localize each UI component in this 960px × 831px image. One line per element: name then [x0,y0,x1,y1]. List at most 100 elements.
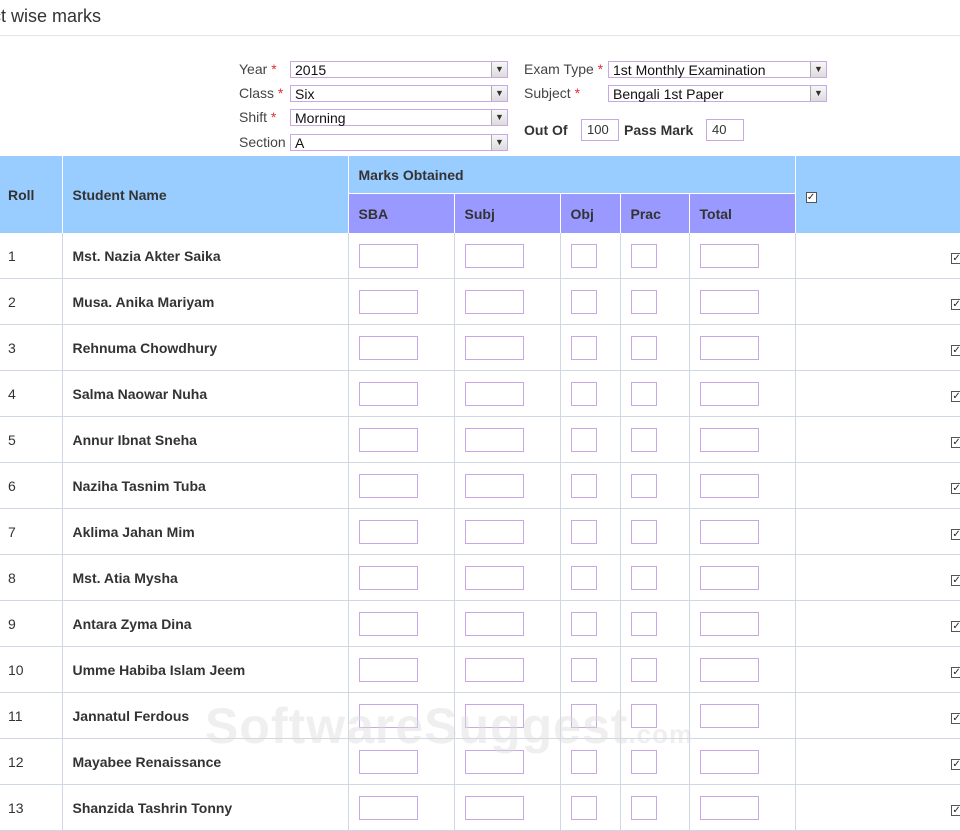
check-icon: ✓ [952,620,960,632]
prac-input[interactable] [630,611,657,636]
obj-input[interactable] [570,565,597,590]
sba-input[interactable] [358,243,418,268]
sba-input[interactable] [358,795,418,820]
select-all-checkbox[interactable]: ✓ [805,191,817,203]
sba-input[interactable] [358,657,418,682]
total-input[interactable] [699,519,759,544]
total-input[interactable] [699,657,759,682]
subj-input[interactable] [464,289,524,314]
sba-input[interactable] [358,703,418,728]
total-input[interactable] [699,611,759,636]
subj-input[interactable] [464,335,524,360]
sba-input[interactable] [358,427,418,452]
subj-input[interactable] [464,611,524,636]
total-input[interactable] [699,335,759,360]
out-of-input[interactable]: 100 [581,119,619,141]
prac-input[interactable] [630,565,657,590]
total-input[interactable] [699,565,759,590]
sba-input[interactable] [358,381,418,406]
section-select[interactable]: A ▼ [290,134,508,151]
class-select[interactable]: Six ▼ [290,85,508,102]
prac-input[interactable] [630,703,657,728]
obj-input[interactable] [570,749,597,774]
subject-label: Subject * [524,85,581,101]
subj-input[interactable] [464,243,524,268]
prac-input[interactable] [630,795,657,820]
obj-input[interactable] [570,243,597,268]
subj-input[interactable] [464,749,524,774]
subj-input[interactable] [464,519,524,544]
obj-input[interactable] [570,611,597,636]
row-checkbox[interactable]: ✓ [951,758,960,770]
obj-input[interactable] [570,657,597,682]
pass-mark-input[interactable]: 40 [706,119,744,141]
student-name-cell: Mayabee Renaissance [61,738,348,785]
total-input[interactable] [699,473,759,498]
total-input[interactable] [699,381,759,406]
row-checkbox[interactable]: ✓ [951,344,960,356]
year-select[interactable]: 2015 ▼ [290,61,508,78]
obj-input[interactable] [570,795,597,820]
total-input[interactable] [699,749,759,774]
subj-input[interactable] [464,565,524,590]
sba-input[interactable] [358,565,418,590]
prac-input[interactable] [630,473,657,498]
sba-input[interactable] [358,611,418,636]
total-input[interactable] [699,289,759,314]
row-checkbox[interactable]: ✓ [951,528,960,540]
roll-cell: 9 [0,600,62,647]
total-input[interactable] [699,427,759,452]
check-icon: ✓ [952,390,960,402]
obj-input[interactable] [570,335,597,360]
chevron-down-icon: ▼ [810,62,826,77]
shift-select[interactable]: Morning ▼ [290,109,508,126]
row-checkbox[interactable]: ✓ [951,436,960,448]
total-input[interactable] [699,243,759,268]
student-name-cell: Musa. Anika Mariyam [61,278,348,325]
student-name-cell: Annur Ibnat Sneha [61,416,348,463]
prac-input[interactable] [630,519,657,544]
chevron-down-icon: ▼ [491,62,507,77]
row-checkbox[interactable]: ✓ [951,298,960,310]
exam-type-select[interactable]: 1st Monthly Examination ▼ [608,61,827,78]
row-checkbox[interactable]: ✓ [951,390,960,402]
exam-type-label: Exam Type * [524,61,604,77]
total-input[interactable] [699,703,759,728]
sba-input[interactable] [358,473,418,498]
row-checkbox[interactable]: ✓ [951,620,960,632]
sba-input[interactable] [358,289,418,314]
obj-input[interactable] [570,427,597,452]
prac-input[interactable] [630,289,657,314]
subject-select[interactable]: Bengali 1st Paper ▼ [608,85,827,102]
subj-input[interactable] [464,657,524,682]
prac-input[interactable] [630,335,657,360]
marks-table: Roll Student Name Marks Obtained ✓ SBA S… [0,156,960,831]
sba-input[interactable] [358,749,418,774]
prac-input[interactable] [630,427,657,452]
total-input[interactable] [699,795,759,820]
subj-input[interactable] [464,703,524,728]
subj-input[interactable] [464,381,524,406]
obj-input[interactable] [570,703,597,728]
row-checkbox[interactable]: ✓ [951,574,960,586]
obj-input[interactable] [570,381,597,406]
row-checkbox[interactable]: ✓ [951,712,960,724]
row-checkbox[interactable]: ✓ [951,804,960,816]
sba-input[interactable] [358,335,418,360]
subj-input[interactable] [464,473,524,498]
prac-input[interactable] [630,381,657,406]
obj-input[interactable] [570,289,597,314]
obj-input[interactable] [570,519,597,544]
subj-input[interactable] [464,427,524,452]
row-checkbox[interactable]: ✓ [951,482,960,494]
prac-header: Prac [619,193,689,233]
prac-input[interactable] [630,657,657,682]
prac-input[interactable] [630,749,657,774]
table-row: 4 Salma Naowar Nuha ✓ [0,370,960,417]
row-checkbox[interactable]: ✓ [951,252,960,264]
row-checkbox[interactable]: ✓ [951,666,960,678]
subj-input[interactable] [464,795,524,820]
obj-input[interactable] [570,473,597,498]
sba-input[interactable] [358,519,418,544]
prac-input[interactable] [630,243,657,268]
